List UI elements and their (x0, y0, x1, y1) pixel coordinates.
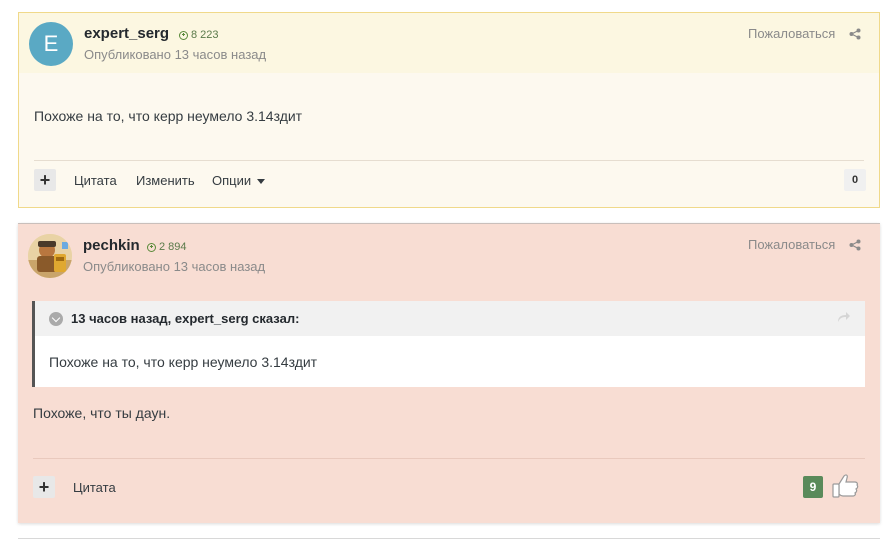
share-icon[interactable] (849, 239, 861, 251)
post-content: Похоже, что ты даун. (33, 405, 171, 421)
quote-content: Похоже на то, что керр неумело 3.14здит (49, 354, 318, 370)
chevron-down-icon (257, 179, 266, 185)
divider (34, 160, 864, 161)
quote-citation: 13 часов назад, expert_serg сказал: (71, 311, 300, 326)
like-count: 0 (844, 169, 866, 191)
report-link[interactable]: Пожаловаться (748, 26, 835, 41)
post-content: Похоже на то, что керр неумело 3.14здит (34, 108, 303, 124)
post-header (19, 13, 879, 73)
edit-button[interactable]: Изменить (136, 173, 195, 188)
post-date: Опубликовано 13 часов назад (84, 47, 267, 62)
author-name[interactable]: pechkin (83, 237, 140, 254)
report-link[interactable]: Пожаловаться (748, 237, 835, 252)
multiquote-button[interactable]: + (33, 476, 55, 498)
multiquote-button[interactable]: + (34, 169, 56, 191)
next-post-border (18, 538, 880, 539)
thumbs-up-icon[interactable] (830, 471, 860, 501)
go-to-quote-icon[interactable] (837, 311, 851, 323)
reputation-value: 8 223 (191, 29, 219, 41)
quote-button[interactable]: Цитата (74, 173, 117, 188)
avatar[interactable] (28, 234, 72, 278)
like-count: 9 (803, 476, 823, 498)
author-name[interactable]: expert_serg (84, 25, 169, 42)
reputation-badge: 2 894 (147, 241, 187, 253)
reputation-value: 2 894 (159, 241, 187, 253)
post-expert-serg: E expert_serg 8 223 Опубликовано 13 часо… (18, 12, 880, 208)
avatar[interactable]: E (29, 22, 73, 66)
quote-button[interactable]: Цитата (73, 480, 116, 495)
collapse-toggle-icon[interactable] (49, 312, 63, 326)
quoted-message: 13 часов назад, expert_serg сказал: Похо… (32, 301, 865, 387)
share-icon[interactable] (849, 28, 861, 40)
quote-header: 13 часов назад, expert_serg сказал: (35, 301, 865, 336)
options-label: Опции (212, 173, 252, 188)
reputation-icon (147, 242, 156, 252)
reputation-icon (179, 30, 188, 40)
options-menu[interactable]: Опции (212, 173, 266, 188)
post-pechkin: pechkin 2 894 Опубликовано 13 часов наза… (18, 223, 880, 523)
avatar-image-icon (28, 234, 72, 278)
post-date: Опубликовано 13 часов назад (83, 259, 266, 274)
divider (33, 458, 865, 459)
reputation-badge: 8 223 (179, 29, 219, 41)
